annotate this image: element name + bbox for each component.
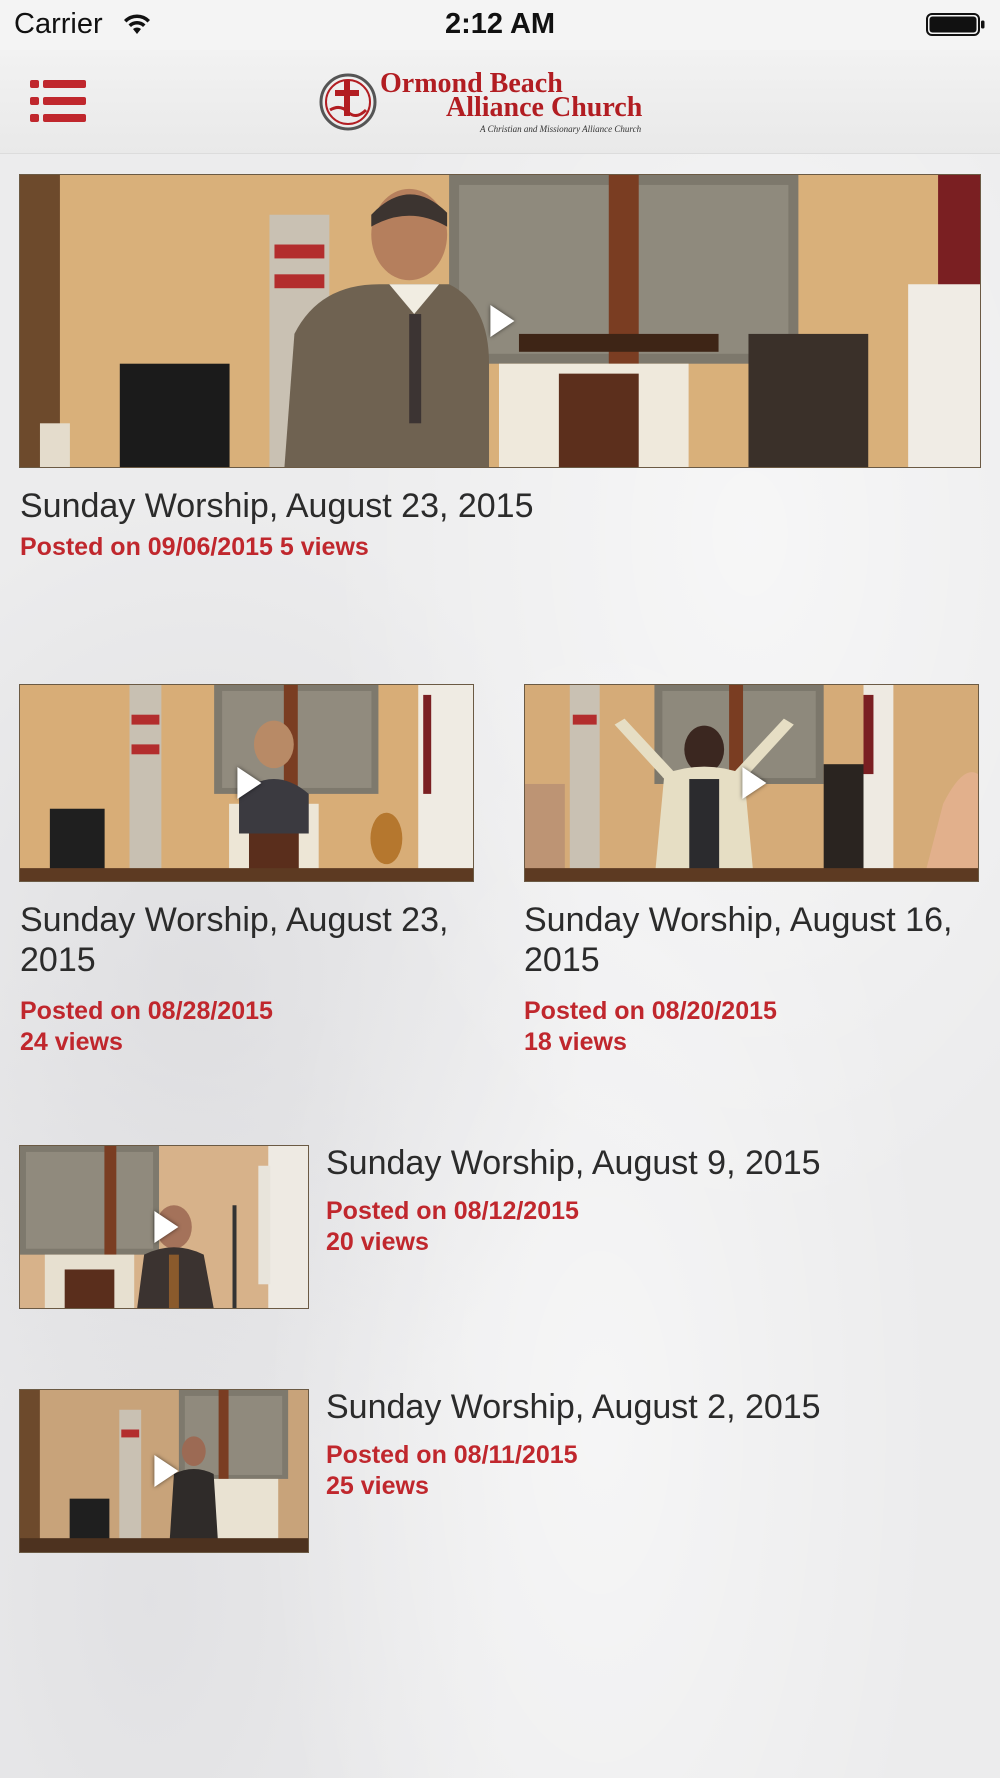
video-title[interactable]: Sunday Worship, August 9, 2015	[326, 1143, 986, 1183]
battery-icon	[926, 13, 985, 36]
play-icon[interactable]	[490, 305, 515, 337]
video-title[interactable]: Sunday Worship, August 16, 2015	[524, 900, 974, 980]
logo-title-line2: Alliance Church	[446, 92, 643, 123]
status-bar: Carrier 2:12 AM	[0, 0, 1000, 50]
video-posted-date: Posted on 09/06/2015	[20, 533, 273, 561]
video-meta: Posted on 08/11/2015 25 views	[326, 1440, 986, 1502]
list-menu-icon[interactable]	[30, 78, 86, 124]
play-icon[interactable]	[741, 767, 766, 799]
church-logo: Ormond Beach Alliance Church A Christian…	[318, 66, 684, 138]
video-posted-date: Posted on 08/28/2015	[20, 997, 273, 1025]
video-posted-date: Posted on 08/12/2015	[326, 1197, 579, 1225]
play-icon[interactable]	[154, 1211, 179, 1243]
video-thumbnail[interactable]	[19, 684, 474, 882]
video-posted-date: Posted on 08/11/2015	[326, 1441, 578, 1469]
video-meta: Posted on 08/28/2015 24 views	[20, 996, 470, 1058]
logo-tagline: A Christian and Missionary Alliance Chur…	[480, 124, 642, 134]
nav-bar: Ormond Beach Alliance Church A Christian…	[0, 50, 1000, 154]
video-title[interactable]: Sunday Worship, August 23, 2015	[20, 486, 960, 526]
play-icon[interactable]	[236, 767, 261, 799]
video-meta: Posted on 09/06/2015 5 views	[20, 532, 960, 563]
video-title[interactable]: Sunday Worship, August 23, 2015	[20, 900, 470, 980]
video-view-count: 5 views	[279, 533, 369, 561]
video-thumbnail[interactable]	[19, 174, 981, 468]
video-view-count: 24 views	[20, 1028, 123, 1056]
video-title[interactable]: Sunday Worship, August 2, 2015	[326, 1387, 986, 1427]
video-meta: Posted on 08/20/2015 18 views	[524, 996, 974, 1058]
video-posted-date: Posted on 08/20/2015	[524, 997, 777, 1025]
video-thumbnail[interactable]	[19, 1389, 309, 1553]
play-icon[interactable]	[154, 1455, 179, 1487]
video-thumbnail[interactable]	[19, 1145, 309, 1309]
video-thumbnail[interactable]	[524, 684, 979, 882]
logo-emblem-icon	[319, 73, 377, 131]
video-view-count: 25 views	[326, 1472, 429, 1500]
video-meta: Posted on 08/12/2015 20 views	[326, 1196, 986, 1258]
video-view-count: 18 views	[524, 1028, 627, 1056]
video-view-count: 20 views	[326, 1228, 429, 1256]
clock: 2:12 AM	[444, 8, 556, 40]
